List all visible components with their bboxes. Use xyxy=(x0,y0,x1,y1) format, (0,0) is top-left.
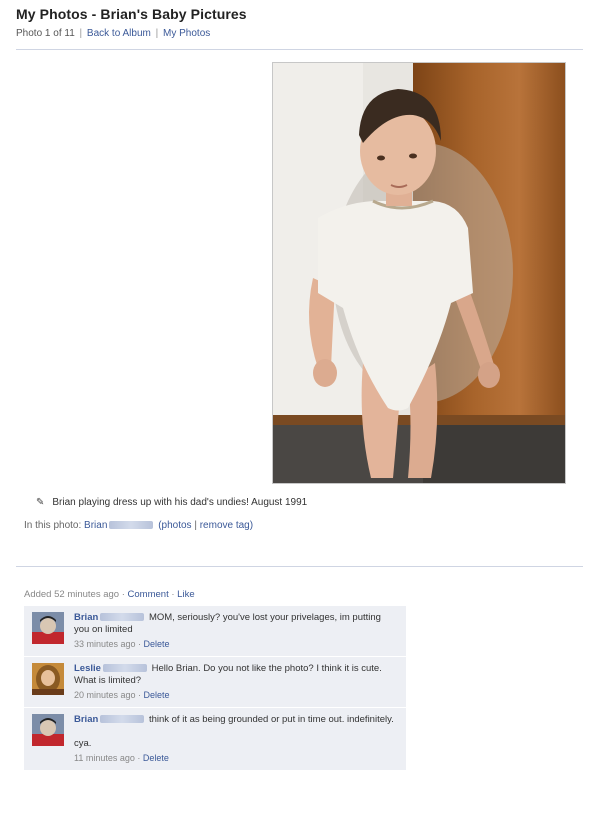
comment-text-2: cya. xyxy=(74,738,92,749)
photo-tags: In this photo: Brian (photos | remove ta… xyxy=(24,520,254,531)
delete-comment-link[interactable]: Delete xyxy=(143,753,169,763)
comment-time: 11 minutes ago xyxy=(74,753,135,763)
tagged-person-link[interactable]: Brian xyxy=(84,520,107,531)
comment-time: 33 minutes ago xyxy=(74,639,136,649)
commenter-name[interactable]: Leslie xyxy=(74,663,101,674)
page-header: My Photos - Brian's Baby Pictures Photo … xyxy=(16,6,586,39)
photo-counter: Photo 1 of 11 xyxy=(16,28,75,39)
delete-comment-link[interactable]: Delete xyxy=(144,690,170,700)
redacted-surname xyxy=(100,715,145,724)
comment-time: 20 minutes ago xyxy=(74,690,136,700)
comment-item: Brian think of it as being grounded or p… xyxy=(24,708,406,771)
photo-image xyxy=(273,63,565,483)
redacted-surname xyxy=(100,613,145,622)
photo-caption: ✎ Brian playing dress up with his dad's u… xyxy=(36,497,307,508)
tags-label: In this photo: xyxy=(24,520,82,531)
back-to-album-link[interactable]: Back to Album xyxy=(87,28,151,39)
pencil-icon[interactable]: ✎ xyxy=(36,497,44,508)
comment-text: think of it as being grounded or put in … xyxy=(148,714,394,725)
activity-meta: Added 52 minutes ago · Comment · Like xyxy=(24,589,195,600)
comments-list: Brian MOM, seriously? you've lost your p… xyxy=(24,606,406,771)
brian-avatar[interactable] xyxy=(32,714,64,746)
commenter-name[interactable]: Brian xyxy=(74,612,98,623)
commenter-name[interactable]: Brian xyxy=(74,714,98,725)
page-title: My Photos - Brian's Baby Pictures xyxy=(16,6,247,22)
redacted-surname xyxy=(109,521,154,530)
photos-link[interactable]: (photos xyxy=(158,520,191,531)
delete-comment-link[interactable]: Delete xyxy=(144,639,170,649)
redacted-surname xyxy=(102,664,147,673)
like-link[interactable]: Like xyxy=(177,589,194,600)
leslie-avatar[interactable] xyxy=(32,663,64,695)
my-photos-link[interactable]: My Photos xyxy=(163,28,210,39)
main-photo[interactable] xyxy=(272,62,566,484)
added-time: Added 52 minutes ago xyxy=(24,589,120,600)
brian-avatar[interactable] xyxy=(32,612,64,644)
comment-link[interactable]: Comment xyxy=(128,589,169,600)
breadcrumb: Photo 1 of 11 | Back to Album | My Photo… xyxy=(16,28,211,39)
header-divider xyxy=(16,49,583,50)
comment-item: Brian MOM, seriously? you've lost your p… xyxy=(24,606,406,657)
comment-item: Leslie Hello Brian. Do you not like the … xyxy=(24,657,406,708)
photo-divider xyxy=(16,566,583,567)
caption-text: Brian playing dress up with his dad's un… xyxy=(52,497,308,508)
remove-tag-link[interactable]: remove tag) xyxy=(200,520,253,531)
